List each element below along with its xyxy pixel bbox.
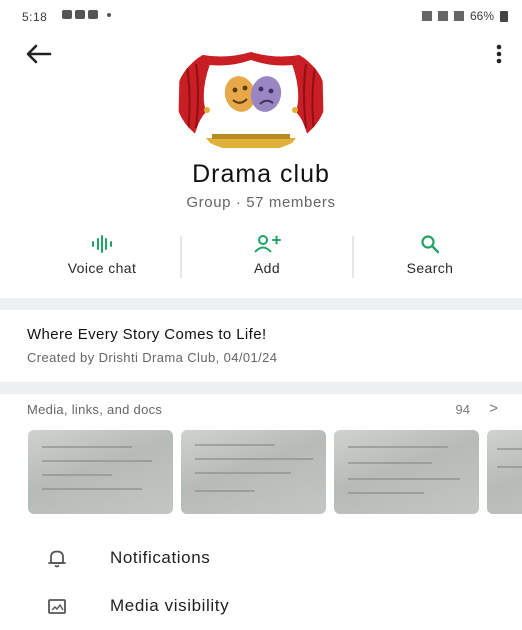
theatre-masks-logo [176,42,326,152]
more-options-button[interactable] [494,42,504,66]
media-visibility-label: Media visibility [110,596,230,615]
media-thumbnail[interactable] [487,430,522,514]
notification-icon [88,10,98,19]
back-button[interactable] [24,42,54,66]
action-divider [180,236,182,278]
section-separator [0,298,522,310]
more-vert-icon [496,44,502,64]
status-right: 66% [421,9,508,23]
bell-icon [48,550,66,568]
battery-percent: 66% [469,9,494,23]
search-label: Search [406,260,454,276]
group-avatar[interactable] [176,42,326,152]
search-button[interactable]: Search [350,226,510,290]
media-thumbnail[interactable] [28,430,173,514]
group-name[interactable]: Drama club [0,160,522,189]
battery-icon [500,10,508,22]
media-thumbnail[interactable] [181,430,326,514]
notification-icon [75,10,85,19]
media-count[interactable]: 94 [456,402,470,417]
group-subtitle: Group · 57 members [186,194,336,211]
group-description[interactable]: Where Every Story Comes to Life! [27,326,267,343]
back-arrow-icon [26,44,52,64]
action-row: Voice chat Add Search [0,226,522,290]
chevron-right-icon[interactable]: > [489,400,498,417]
media-visibility-row[interactable]: Media visibility [0,582,522,630]
notification-icons [62,10,111,19]
image-icon [48,599,66,614]
search-icon [421,235,440,254]
media-links-docs-label[interactable]: Media, links, and docs [27,402,162,417]
created-by-text: Created by Drishti Drama Club, 04/01/24 [27,350,278,365]
status-time: 5:18 [22,10,48,24]
status-bar: 5:18 66% [0,0,522,34]
voice-waveform-icon [92,235,112,253]
notifications-row[interactable]: Notifications [0,534,522,582]
notification-icon [62,10,72,19]
more-notifications-dot-icon [107,12,111,17]
section-separator [0,382,522,394]
signal-icon [453,11,464,21]
notifications-label: Notifications [110,548,211,567]
voice-chat-label: Voice chat [67,260,137,276]
media-thumbnail[interactable] [334,430,479,514]
add-label: Add [253,260,281,276]
signal-icon [437,11,448,21]
add-person-icon [254,235,281,253]
add-button[interactable]: Add [187,226,347,290]
media-thumbnail-strip[interactable] [28,430,522,516]
voice-chat-button[interactable]: Voice chat [22,226,182,290]
wifi-icon [421,11,432,21]
